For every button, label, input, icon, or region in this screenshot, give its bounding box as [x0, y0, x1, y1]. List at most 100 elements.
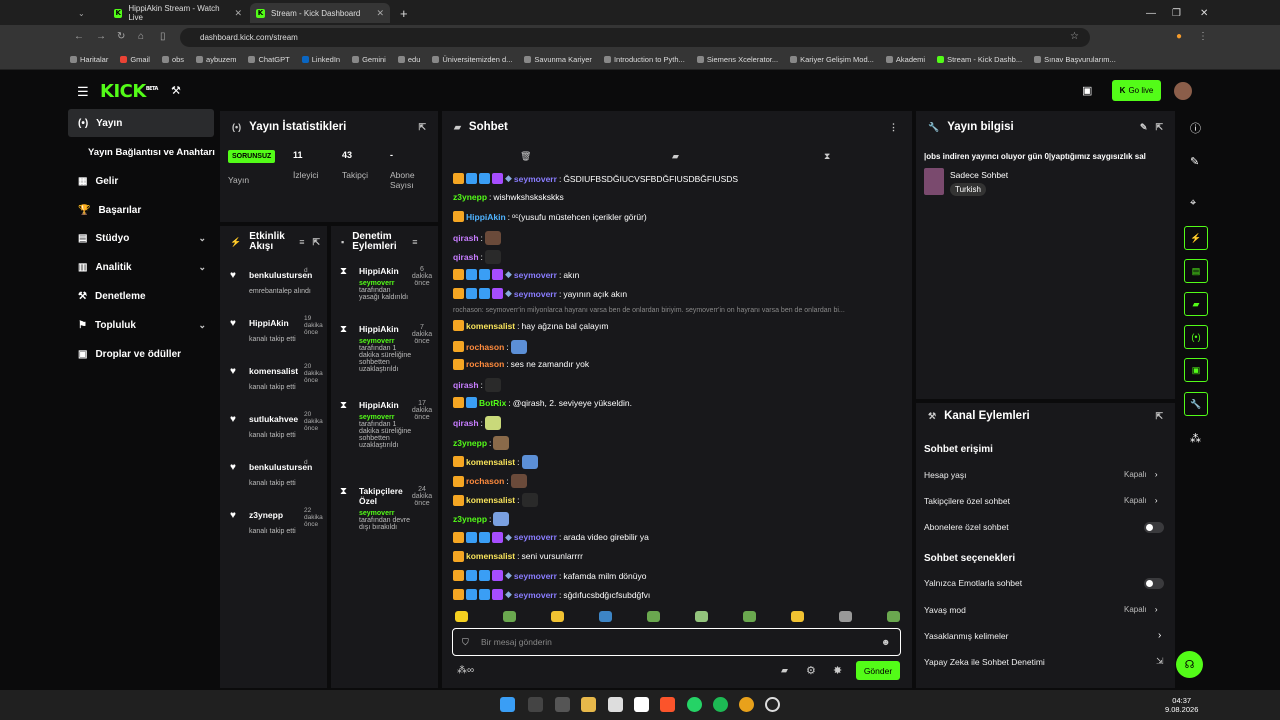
chat-input[interactable]: ⛉ Bir mesaj gönderin ☻	[452, 628, 901, 656]
chat-username[interactable]: HippiAkin	[466, 212, 506, 222]
bookmark-item[interactable]: Akademi	[885, 55, 925, 64]
minimize-icon[interactable]: —	[1140, 3, 1162, 23]
popout-icon[interactable]: ⇱	[1155, 122, 1163, 133]
quick-emote-icon[interactable]	[503, 611, 516, 622]
activity-user[interactable]: HippiAkin	[249, 318, 289, 328]
ai-moderation-label[interactable]: Yapay Zeka ile Sohbet Denetimi	[924, 657, 1045, 667]
quick-emote-icon[interactable]	[839, 611, 852, 622]
browser-tab-1[interactable]: K HippiAkin Stream - Watch Live ✕	[108, 3, 248, 23]
pencil-icon[interactable]: ✎	[1190, 155, 1199, 168]
bookmark-item[interactable]: Kariyer Gelişim Mod...	[790, 55, 874, 64]
rail-broadcast-icon[interactable]: (•)	[1184, 325, 1208, 349]
brave-icon[interactable]	[660, 697, 675, 712]
profile-icon[interactable]: ●	[1176, 31, 1182, 42]
bookmark-item[interactable]: Haritalar	[70, 55, 108, 64]
menu-dots-icon[interactable]: ⋮	[1198, 31, 1208, 42]
chat-username[interactable]: qirash	[453, 418, 479, 428]
send-button[interactable]: Gönder	[856, 661, 900, 680]
sidebar-item-gelir[interactable]: ▦ Gelir	[68, 167, 214, 195]
start-icon[interactable]	[500, 697, 515, 712]
new-tab-button[interactable]: +	[394, 3, 410, 23]
bookmark-item[interactable]: ChatGPT	[248, 55, 290, 64]
quick-emote-icon[interactable]	[791, 611, 804, 622]
close-tab-icon[interactable]: ✕	[376, 8, 384, 19]
popout-icon[interactable]: ⇱	[312, 237, 320, 247]
bookmark-item[interactable]: obs	[161, 55, 184, 64]
emoji-icon[interactable]: ☻	[881, 637, 890, 647]
chrome-icon[interactable]	[739, 697, 754, 712]
chat-username[interactable]: seymoverr	[514, 590, 557, 600]
sidepanel-icon[interactable]: ▯	[160, 31, 166, 42]
bookmark-item[interactable]: Savunma Kariyer	[524, 55, 592, 64]
bookmark-item[interactable]: edu	[397, 55, 420, 64]
quick-emote-icon[interactable]	[455, 611, 468, 622]
followers-only-label[interactable]: Takipçilere özel sohbet	[924, 496, 1010, 506]
more-options-icon[interactable]: ⋮	[889, 122, 898, 133]
close-window-icon[interactable]: ✕	[1194, 3, 1214, 23]
popout-icon[interactable]: ⇱	[1155, 411, 1163, 422]
bookmark-item[interactable]: Sınav Başvurularım...	[1034, 55, 1116, 64]
account-age-label[interactable]: Hesap yaşı	[924, 470, 967, 480]
quick-emote-icon[interactable]	[695, 611, 708, 622]
trash-icon[interactable]: 🗑	[520, 151, 531, 162]
quick-emote-icon[interactable]	[743, 611, 756, 622]
chat-username[interactable]: seymoverr	[514, 532, 557, 542]
bookmark-item[interactable]: LinkedIn	[301, 55, 340, 64]
explorer-icon[interactable]	[581, 697, 596, 712]
creator-tools-icon[interactable]: ⚒	[171, 84, 181, 97]
bookmark-item[interactable]: Stream - Kick Dashb...	[937, 55, 1022, 64]
chat-username[interactable]: rochason	[466, 342, 504, 352]
chat-username[interactable]: rochason	[466, 359, 504, 369]
rail-list-icon[interactable]: ▤	[1184, 259, 1208, 283]
moderation-target[interactable]: HippiAkin	[359, 400, 412, 410]
studio-icon[interactable]: ▣	[1082, 84, 1092, 97]
spotify-icon[interactable]	[713, 697, 728, 712]
back-icon[interactable]: ←	[74, 31, 84, 42]
rail-bolt-icon[interactable]: ⚡	[1184, 226, 1208, 250]
sidebar-item-topluluk[interactable]: ⚑ Topluluk ⌄	[68, 311, 214, 339]
edit-icon[interactable]: ✎	[1140, 122, 1148, 133]
banned-words-label[interactable]: Yasaklanmış kelimeler	[924, 631, 1008, 641]
chat-username[interactable]: komensalist	[466, 495, 515, 505]
browser-tab-2[interactable]: K Stream - Kick Dashboard ✕	[250, 3, 390, 23]
quick-emote-icon[interactable]	[887, 611, 900, 622]
quick-emote-icon[interactable]	[647, 611, 660, 622]
chat-settings-icon[interactable]: ▰	[781, 665, 788, 676]
go-live-button[interactable]: K Go live	[1112, 80, 1161, 101]
app-icon[interactable]	[634, 697, 649, 712]
chevron-right-icon[interactable]: ›	[1158, 630, 1161, 641]
chat-username[interactable]: seymoverr	[514, 289, 557, 299]
activity-user[interactable]: benkulustursen	[249, 270, 312, 280]
info-icon[interactable]: ⓘ	[1190, 120, 1201, 136]
rail-wrench-icon[interactable]: 🔧	[1184, 392, 1208, 416]
sidebar-item-stream-key[interactable]: Yayın Bağlantısı ve Anahtarı	[68, 138, 218, 166]
activity-user[interactable]: z3ynepp	[249, 510, 283, 520]
subs-only-toggle[interactable]	[1144, 522, 1164, 533]
store-icon[interactable]	[608, 697, 623, 712]
moderation-target[interactable]: Takipçilere Özel	[359, 486, 412, 506]
sidebar-item-basarilar[interactable]: 🏆 Başarılar	[68, 196, 214, 224]
system-clock[interactable]: 04:37 9.08.2026	[1165, 696, 1198, 714]
forward-icon[interactable]: →	[96, 31, 106, 42]
chat-username[interactable]: seymoverr	[514, 270, 557, 280]
category-name[interactable]: Sadece Sohbet	[950, 170, 1008, 180]
home-icon[interactable]: ⌂	[138, 31, 144, 42]
chat-username[interactable]: qirash	[453, 252, 479, 262]
bookmark-star-icon[interactable]: ☆	[1070, 31, 1079, 42]
chat-username[interactable]: komensalist	[466, 551, 515, 561]
close-tab-icon[interactable]: ✕	[234, 8, 242, 19]
moderation-target[interactable]: HippiAkin	[359, 266, 412, 276]
chat-username[interactable]: qirash	[453, 233, 479, 243]
obs-icon[interactable]	[765, 697, 780, 712]
rail-chat-icon[interactable]: ▰	[1184, 292, 1208, 316]
maximize-icon[interactable]: ❐	[1166, 3, 1187, 23]
help-button[interactable]: ☊	[1176, 651, 1203, 678]
moderation-target[interactable]: HippiAkin	[359, 324, 412, 334]
focus-icon[interactable]: ⌖	[1190, 197, 1196, 210]
filter-icon[interactable]: ≡	[299, 237, 304, 247]
chat-username[interactable]: rochason	[466, 476, 504, 486]
bookmark-item[interactable]: Üniversitemizden d...	[432, 55, 512, 64]
search-icon[interactable]	[528, 697, 543, 712]
followers-only-value[interactable]: Kapalı ›	[1124, 496, 1158, 505]
hamburger-menu-icon[interactable]: ☰	[77, 84, 89, 100]
